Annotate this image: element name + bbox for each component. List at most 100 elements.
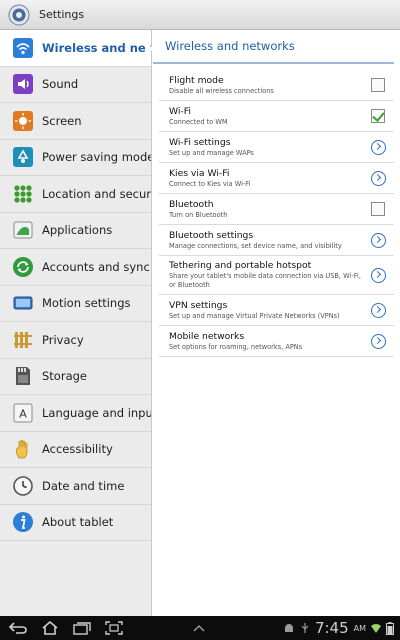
setting-row-wifi-settings[interactable]: Wi-Fi settings Set up and manage WAPs	[159, 132, 394, 163]
sidebar-item-date-and-time[interactable]: Date and time	[0, 468, 151, 505]
setting-subtitle: Share your tablet's mobile data connecti…	[169, 272, 361, 289]
privacy-icon	[12, 329, 34, 351]
setting-subtitle: Connect to Kies via Wi-Fi	[169, 179, 251, 188]
settings-detail-pane: Wireless and networks Flight mode Disabl…	[153, 30, 400, 616]
sidebar-item-language-and-input[interactable]: A Language and input	[0, 395, 151, 432]
system-bar: 7:45 AM	[0, 616, 400, 640]
setting-subtitle: Turn on Bluetooth	[169, 210, 228, 219]
title-bar: Settings	[0, 0, 400, 30]
sidebar-item-accounts-and-sync[interactable]: Accounts and sync	[0, 249, 151, 286]
sidebar-item-motion-settings[interactable]: Motion settings	[0, 286, 151, 322]
clock-icon	[12, 475, 34, 497]
setting-subtitle: Set up and manage Virtual Private Networ…	[169, 311, 340, 320]
home-icon[interactable]	[40, 620, 60, 636]
chevron-right-icon[interactable]	[370, 232, 386, 248]
sidebar-item-accessibility[interactable]: Accessibility	[0, 432, 151, 468]
setting-subtitle: Disable all wireless connections	[169, 86, 274, 95]
sidebar-item-label: Date and time	[42, 478, 125, 493]
usb-icon	[301, 623, 309, 633]
recycle-icon	[12, 146, 34, 168]
sidebar-item-privacy[interactable]: Privacy	[0, 322, 151, 359]
keyboard-letter-icon: A	[12, 402, 34, 424]
recent-apps-icon[interactable]	[72, 620, 92, 636]
setting-title: Kies via Wi-Fi	[169, 167, 230, 179]
location-grid-icon	[12, 183, 34, 205]
setting-row-flight-mode[interactable]: Flight mode Disable all wireless connect…	[159, 70, 394, 101]
sidebar-item-label: About tablet	[42, 515, 114, 530]
setting-title: Bluetooth settings	[169, 229, 254, 241]
setting-row-kies-via-wifi[interactable]: Kies via Wi-Fi Connect to Kies via Wi-Fi	[159, 163, 394, 194]
setting-title: Tethering and portable hotspot	[169, 260, 312, 271]
sidebar-item-label: Accessibility	[42, 442, 113, 457]
chevron-up-icon[interactable]	[192, 621, 206, 635]
sidebar-item-label: Privacy	[42, 332, 84, 347]
sidebar-item-label: Storage	[42, 369, 87, 384]
sync-icon	[12, 256, 34, 278]
screenshot-icon[interactable]	[104, 620, 124, 636]
setting-title: Flight mode	[169, 74, 224, 86]
chevron-right-icon[interactable]	[370, 333, 386, 349]
sidebar-item-about-tablet[interactable]: About tablet	[0, 505, 151, 541]
sidebar-item-storage[interactable]: Storage	[0, 359, 151, 395]
sidebar-item-label: Sound	[42, 77, 79, 92]
clock-time: 7:45	[314, 619, 349, 637]
chevron-right-icon[interactable]	[370, 267, 386, 283]
battery-icon	[386, 621, 394, 635]
setting-subtitle: Connected to WM	[169, 117, 228, 126]
flight-mode-checkbox[interactable]	[371, 78, 385, 92]
setting-row-wifi[interactable]: Wi-Fi Connected to WM	[159, 101, 394, 132]
sidebar-item-location-and-security[interactable]: Location and security	[0, 176, 151, 213]
window-title: Settings	[39, 8, 85, 21]
info-icon	[12, 511, 34, 533]
sidebar-item-label: Screen	[42, 113, 82, 128]
sidebar-item-label: Power saving mode	[42, 150, 151, 165]
setting-title: Bluetooth	[169, 198, 214, 210]
wifi-signal-icon	[371, 624, 381, 633]
status-area[interactable]: 7:45 AM	[283, 616, 394, 640]
setting-title: Wi-Fi settings	[169, 136, 231, 148]
sidebar-item-label: Location and security	[42, 186, 151, 201]
setting-row-bluetooth[interactable]: Bluetooth Turn on Bluetooth	[159, 194, 394, 225]
hand-icon	[12, 438, 34, 460]
applications-icon	[12, 219, 34, 241]
clock-ampm: AM	[353, 623, 366, 633]
setting-subtitle: Set up and manage WAPs	[169, 148, 254, 157]
back-icon[interactable]	[8, 620, 28, 636]
setting-title: Wi-Fi	[169, 105, 191, 117]
settings-list: Flight mode Disable all wireless connect…	[159, 70, 394, 357]
sidebar-item-label: Wireless and networks	[42, 40, 151, 55]
sidebar-item-label: Applications	[42, 223, 113, 238]
motion-icon	[12, 292, 34, 314]
sidebar-item-label: Accounts and sync	[42, 259, 150, 274]
setting-row-tethering-and-hotspot[interactable]: Tethering and portable hotspot Share you…	[159, 256, 394, 295]
brightness-icon	[12, 110, 34, 132]
detail-header: Wireless and networks	[153, 30, 394, 64]
sidebar-item-sound[interactable]: Sound	[0, 67, 151, 103]
sidebar-item-wireless-and-networks[interactable]: Wireless and networks	[0, 30, 151, 67]
chevron-right-icon[interactable]	[370, 302, 386, 318]
storage-icon	[12, 365, 34, 387]
setting-row-vpn-settings[interactable]: VPN settings Set up and manage Virtual P…	[159, 295, 394, 326]
settings-gear-icon	[8, 4, 30, 25]
chevron-right-icon[interactable]	[370, 139, 386, 155]
android-icon	[284, 624, 293, 632]
setting-subtitle: Set options for roaming, networks, APNs	[169, 342, 303, 351]
setting-row-mobile-networks[interactable]: Mobile networks Set options for roaming,…	[159, 326, 394, 357]
sidebar-item-power-saving-mode[interactable]: Power saving mode	[0, 140, 151, 176]
selection-pointer	[146, 41, 153, 57]
sidebar-item-screen[interactable]: Screen	[0, 103, 151, 140]
setting-title: Mobile networks	[169, 330, 245, 342]
sidebar-item-label: Language and input	[42, 405, 151, 420]
setting-title: VPN settings	[169, 299, 228, 311]
wifi-icon	[12, 37, 34, 59]
sidebar-item-label: Motion settings	[42, 296, 131, 311]
bluetooth-checkbox[interactable]	[371, 202, 385, 216]
settings-sidebar: Wireless and networks Sound Screen Power…	[0, 30, 152, 616]
speaker-icon	[12, 73, 34, 95]
sidebar-item-applications[interactable]: Applications	[0, 213, 151, 249]
chevron-right-icon[interactable]	[370, 170, 386, 186]
setting-subtitle: Manage connections, set device name, and…	[169, 241, 342, 250]
setting-row-bluetooth-settings[interactable]: Bluetooth settings Manage connections, s…	[159, 225, 394, 256]
wifi-checkbox[interactable]	[371, 109, 385, 123]
svg-text:A: A	[19, 407, 27, 420]
